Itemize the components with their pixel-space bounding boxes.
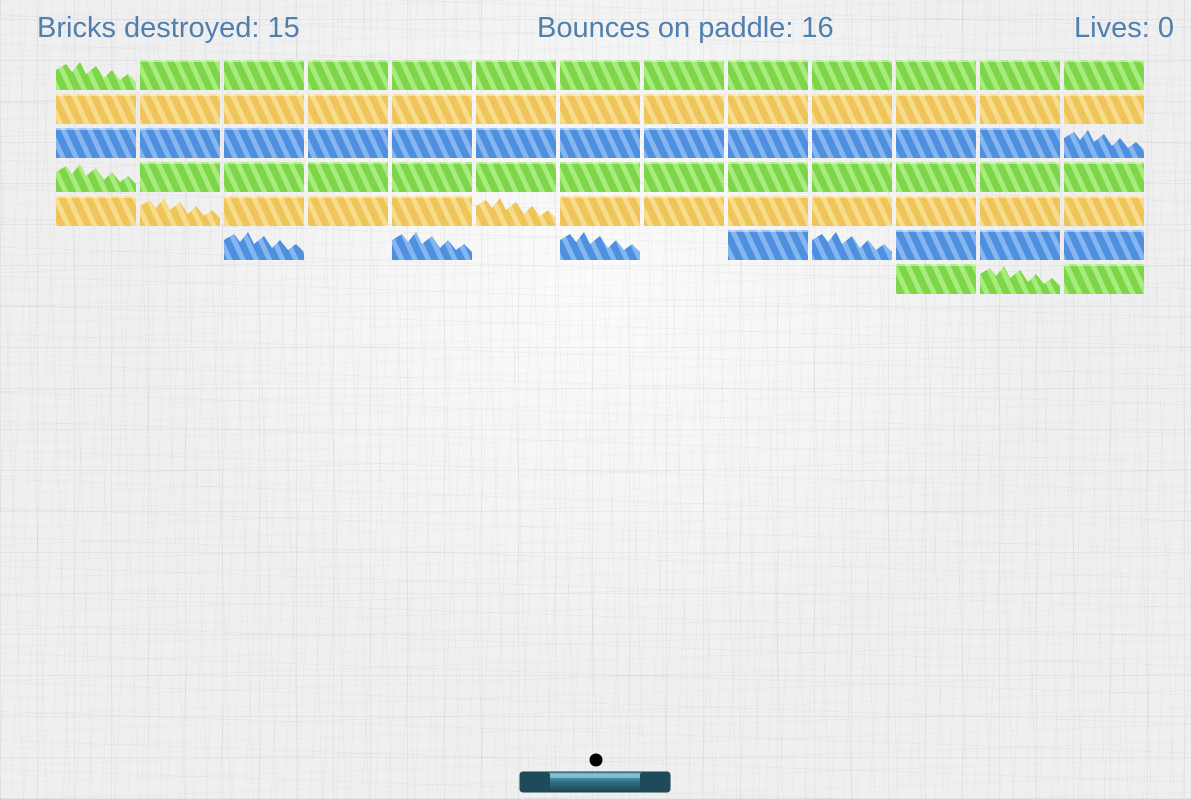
- brick: [644, 128, 724, 158]
- brick: [140, 162, 220, 192]
- brick: [392, 94, 472, 124]
- brick: [308, 196, 388, 226]
- brick: [476, 60, 556, 90]
- brick-cracked: [1064, 130, 1144, 158]
- brick: [560, 60, 640, 90]
- brick: [728, 128, 808, 158]
- brick: [728, 162, 808, 192]
- brick-cracked: [476, 198, 556, 226]
- brick-cracked: [140, 198, 220, 226]
- brick: [1064, 196, 1144, 226]
- brick: [308, 60, 388, 90]
- brick: [644, 162, 724, 192]
- brick: [812, 128, 892, 158]
- brick-cracked: [560, 232, 640, 260]
- brick: [476, 94, 556, 124]
- brick-cracked: [224, 232, 304, 260]
- brick: [224, 162, 304, 192]
- brick: [728, 94, 808, 124]
- brick: [560, 162, 640, 192]
- brick-cracked: [392, 232, 472, 260]
- brick: [1064, 264, 1144, 294]
- brick: [476, 128, 556, 158]
- brick: [896, 60, 976, 90]
- brick-cracked: [56, 164, 136, 192]
- brick: [224, 128, 304, 158]
- brick-cracked: [56, 62, 136, 90]
- brick: [728, 230, 808, 260]
- brick: [812, 94, 892, 124]
- brick: [644, 60, 724, 90]
- brick: [560, 94, 640, 124]
- brick: [728, 196, 808, 226]
- brick: [392, 162, 472, 192]
- brick: [896, 162, 976, 192]
- brick: [392, 196, 472, 226]
- brick: [476, 162, 556, 192]
- brick: [140, 60, 220, 90]
- brick: [224, 60, 304, 90]
- brick: [896, 264, 976, 294]
- brick: [1064, 94, 1144, 124]
- brick: [644, 94, 724, 124]
- brick: [896, 230, 976, 260]
- brick: [896, 94, 976, 124]
- brick: [560, 196, 640, 226]
- brick: [980, 196, 1060, 226]
- brick-cracked: [812, 232, 892, 260]
- brick: [980, 60, 1060, 90]
- brick: [896, 196, 976, 226]
- brick: [812, 60, 892, 90]
- brick: [560, 128, 640, 158]
- brick: [980, 230, 1060, 260]
- brick: [56, 94, 136, 124]
- brick: [812, 162, 892, 192]
- paddle[interactable]: [519, 771, 671, 793]
- brick: [392, 128, 472, 158]
- ball: [589, 753, 603, 767]
- brick: [896, 128, 976, 158]
- brick: [392, 60, 472, 90]
- brick: [224, 196, 304, 226]
- brick: [980, 94, 1060, 124]
- game-playfield[interactable]: [0, 0, 1191, 799]
- brick: [140, 94, 220, 124]
- brick: [56, 196, 136, 226]
- brick: [812, 196, 892, 226]
- brick: [140, 128, 220, 158]
- brick: [1064, 60, 1144, 90]
- brick: [1064, 162, 1144, 192]
- brick: [980, 162, 1060, 192]
- brick: [224, 94, 304, 124]
- brick: [308, 128, 388, 158]
- brick: [308, 94, 388, 124]
- brick: [980, 128, 1060, 158]
- brick: [1064, 230, 1144, 260]
- brick: [308, 162, 388, 192]
- brick-wall: [56, 60, 1144, 294]
- brick: [644, 196, 724, 226]
- brick-cracked: [980, 266, 1060, 294]
- brick: [56, 128, 136, 158]
- brick: [728, 60, 808, 90]
